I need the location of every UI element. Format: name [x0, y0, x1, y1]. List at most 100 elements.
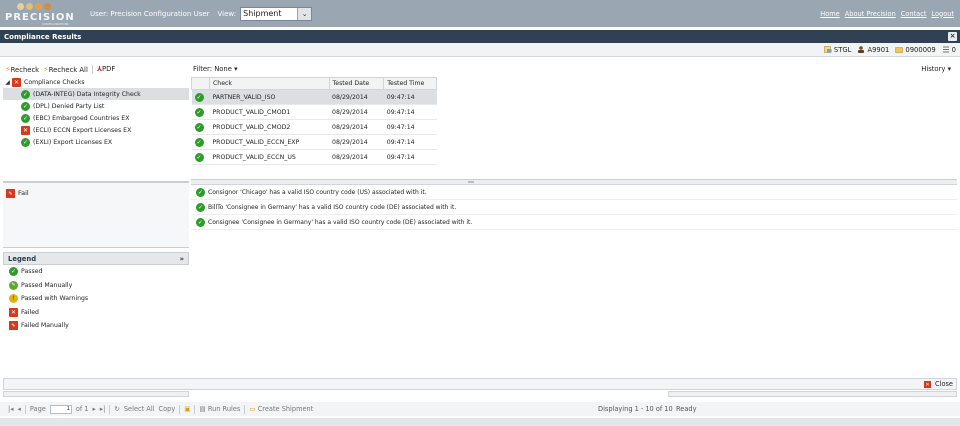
passed-icon: ✓	[21, 137, 30, 147]
left-toolbar: ⚡Recheck ⚡Recheck All ⅄PDF	[3, 62, 189, 76]
column-header-time[interactable]: Tested Time	[383, 77, 437, 90]
tree-item[interactable]: ✓ (EBC) Embargoed Countries EX	[3, 112, 189, 124]
status-item-list[interactable]: 0	[942, 46, 956, 54]
table-row[interactable]: ✓ PRODUCT_VALID_CMOD1 08/29/2014 09:47:1…	[191, 104, 437, 120]
view-select-value: Shipment	[243, 9, 282, 18]
folder-icon	[895, 47, 904, 53]
chevron-down-icon[interactable]: ▾	[234, 65, 237, 73]
legend-header: Legend »	[3, 252, 189, 265]
tree-item[interactable]: ✓ (DATA-INTEG) Data Integrity Check	[3, 88, 189, 100]
status-ready: Ready	[676, 405, 697, 413]
left-panel: ⚡Recheck ⚡Recheck All ⅄PDF ◢ ✕ Complianc…	[3, 62, 189, 374]
folder-icon[interactable]: ▣	[184, 405, 190, 413]
checks-grid: Check Tested Date Tested Time ✓ PARTNER_…	[191, 77, 957, 180]
top-header: PRECISION CONFIGURATIONS User: Precision…	[0, 0, 960, 27]
logout-link[interactable]: Logout	[931, 10, 954, 18]
column-header-date[interactable]: Tested Date	[328, 77, 385, 90]
passed-icon: ✓	[194, 137, 204, 147]
view-select[interactable]: Shipment ⌄	[240, 6, 313, 21]
list-item[interactable]: ✓ Consignee 'Consignee in Germany' has a…	[191, 215, 957, 230]
history-button[interactable]: History ▾	[921, 65, 951, 73]
status-item-folder[interactable]: 0900009	[895, 46, 936, 54]
rules-icon: ▤	[199, 405, 206, 413]
last-page-icon[interactable]: ▸|	[100, 405, 106, 413]
toolbar-divider	[244, 404, 246, 414]
close-icon: ✕	[923, 381, 931, 389]
passed-icon: ✓	[194, 122, 204, 132]
table-row[interactable]: ✓ PRODUCT_VALID_CMOD2 08/29/2014 09:47:1…	[191, 119, 437, 135]
status-item-user[interactable]: A9901	[857, 46, 889, 54]
contact-link[interactable]: Contact	[901, 10, 927, 18]
window-titlebar: Compliance Results ×	[0, 30, 960, 43]
logo-subtext: CONFIGURATIONS	[42, 22, 69, 26]
passed-manually-icon: ✎	[9, 280, 18, 290]
filter-control[interactable]: Filter: None ▾	[193, 65, 238, 73]
filter-value[interactable]: None	[214, 65, 232, 73]
tree-item[interactable]: ✓ (EXLI) Export Licenses EX	[3, 136, 189, 148]
passed-icon: ✓	[196, 202, 205, 212]
filter-bar: Filter: None ▾ History ▾	[191, 62, 957, 76]
legend-item-failed: ✕ Failed	[9, 307, 39, 317]
right-panel: Filter: None ▾ History ▾ Check Tested Da…	[191, 62, 957, 374]
table-row[interactable]: ✓ PARTNER_VALID_ISO 08/29/2014 09:47:14	[191, 89, 437, 105]
failed-icon: ✕	[21, 125, 30, 135]
list-item[interactable]: ✓ Consignor 'Chicago' has a valid ISO co…	[191, 185, 957, 200]
recheck-all-button[interactable]: ⚡Recheck All	[43, 65, 88, 74]
prev-page-icon[interactable]: ◂	[18, 405, 21, 413]
document-icon	[824, 46, 832, 53]
select-all-button[interactable]: Select All	[124, 405, 155, 413]
checks-table: Check Tested Date Tested Time ✓ PARTNER_…	[191, 77, 437, 165]
passed-icon: ✓	[194, 152, 204, 162]
table-row[interactable]: ✓ PRODUCT_VALID_ECCN_EXP 08/29/2014 09:4…	[191, 134, 437, 150]
close-button[interactable]: ✕ Close	[923, 380, 953, 389]
table-row[interactable]: ✓ PRODUCT_VALID_ECCN_US 08/29/2014 09:47…	[191, 149, 437, 165]
passed-icon: ✓	[196, 187, 205, 197]
home-link[interactable]: Home	[820, 10, 839, 18]
close-window-icon[interactable]: ×	[948, 32, 957, 41]
expand-triangle-icon[interactable]: ◢	[3, 79, 12, 86]
create-shipment-button[interactable]: ▭ Create Shipment	[249, 405, 313, 413]
list-item[interactable]: ✓ BillTo 'Consignee in Germany' has a va…	[191, 200, 957, 215]
splitter-handle[interactable]	[468, 181, 474, 183]
status-strip: STGL A9901 0900009 0	[0, 43, 960, 57]
user-icon	[858, 46, 865, 53]
page-label: Page	[29, 405, 46, 413]
chevron-down-icon: ▾	[947, 65, 951, 73]
tree-root[interactable]: ◢ ✕ Compliance Checks	[3, 76, 189, 88]
failed-icon: ✕	[12, 77, 21, 87]
status-item-stgl[interactable]: STGL	[824, 46, 851, 54]
pdf-button[interactable]: ⅄PDF	[97, 65, 115, 73]
warning-icon: !	[9, 294, 18, 304]
tree-item[interactable]: ✕ (ECLI) ECCN Export Licenses EX	[3, 124, 189, 136]
run-rules-button[interactable]: ▤ Run Rules	[199, 405, 240, 413]
page-count: of 1	[75, 405, 89, 413]
toolbar-divider	[24, 404, 26, 414]
column-header-check[interactable]: Check	[208, 77, 330, 90]
horizontal-scrollbar[interactable]	[668, 391, 957, 397]
result-label: Fail	[18, 189, 29, 197]
horizontal-scrollbar[interactable]	[3, 391, 189, 397]
toolbar-divider	[109, 404, 111, 414]
first-page-icon[interactable]: |◂	[8, 405, 14, 413]
toolbar-divider	[91, 64, 93, 74]
passed-icon: ✓	[21, 89, 30, 99]
legend-item-passed: ✓ Passed	[9, 267, 43, 277]
chevron-down-icon[interactable]: ⌄	[297, 7, 312, 20]
passed-icon: ✓	[194, 107, 204, 117]
collapse-icon[interactable]: »	[180, 255, 184, 263]
displaying-count: Displaying 1 - 10 of 10	[598, 405, 673, 413]
legend-item-passed-manually: ✎ Passed Manually	[3, 279, 189, 293]
precision-logo: PRECISION CONFIGURATIONS	[0, 0, 104, 27]
next-page-icon[interactable]: ▸	[92, 405, 95, 413]
recheck-button[interactable]: ⚡Recheck	[5, 65, 39, 74]
page-input[interactable]	[49, 404, 72, 414]
failed-manually-icon: ✎	[9, 321, 18, 331]
passed-icon: ✓	[196, 217, 205, 227]
close-bar: ✕ Close	[3, 378, 957, 390]
copy-button[interactable]: Copy	[159, 405, 176, 413]
refresh-icon[interactable]: ↻	[114, 405, 120, 413]
toolbar-divider	[179, 404, 181, 414]
passed-icon: ✓	[9, 267, 18, 277]
tree-item[interactable]: ✓ (DPL) Denied Party List	[3, 100, 189, 112]
about-link[interactable]: About Precision	[845, 10, 896, 18]
